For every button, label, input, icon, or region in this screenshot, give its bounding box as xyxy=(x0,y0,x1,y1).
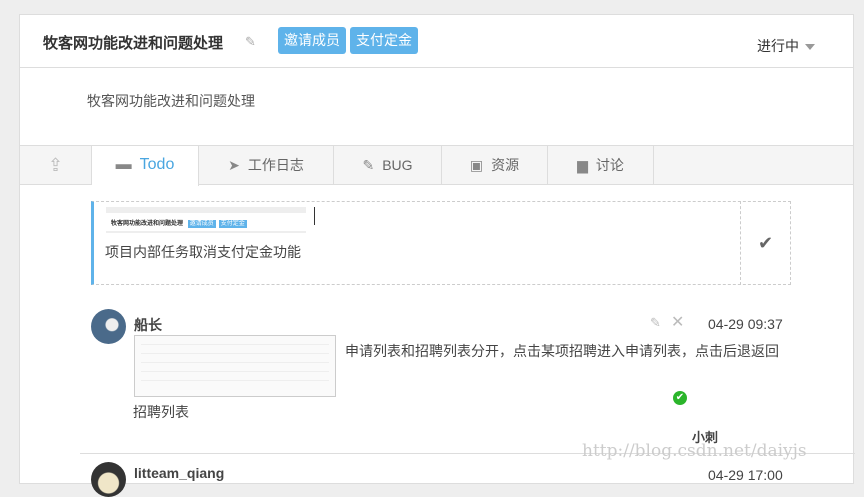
tab-label: BUG xyxy=(382,157,413,173)
delete-comment-icon[interactable]: ✕ xyxy=(671,312,684,332)
todo-text[interactable]: 项目内部任务取消支付定金功能 xyxy=(105,242,301,262)
tab-label: Todo xyxy=(139,156,175,173)
comment-time: 04-29 17:00 xyxy=(708,467,783,483)
share-icon: ⇪ xyxy=(47,155,64,175)
status-label: 进行中 xyxy=(757,38,799,54)
tab-bug[interactable]: ✎ BUG xyxy=(334,146,442,185)
text-cursor xyxy=(314,207,315,225)
tab-worklog[interactable]: ➤ 工作日志 xyxy=(199,146,334,185)
comments-icon: ▆ xyxy=(577,157,588,173)
briefcase-icon: ▣ xyxy=(469,157,484,173)
check-circle-icon: ✔ xyxy=(673,391,687,405)
comment-author[interactable]: 船长 xyxy=(134,315,162,335)
thumb-button: 邀请成员 xyxy=(187,220,216,228)
todo-item[interactable]: 牧客网功能改进和问题处理 邀请成员 支付定金 项目内部任务取消支付定金功能 ✔ xyxy=(91,201,791,285)
thumb-button: 支付定金 xyxy=(218,220,247,228)
comment-time: 04-29 09:37 xyxy=(708,316,783,332)
edit-icon: ✎ xyxy=(362,157,375,173)
tab-label: 讨论 xyxy=(595,157,624,173)
comment-author[interactable]: litteam_qiang xyxy=(134,465,224,481)
project-header: 牧客网功能改进和问题处理 ✎ 邀请成员 支付定金 进行中 xyxy=(20,15,853,68)
caret-down-icon xyxy=(805,44,815,51)
tab-bar: ⇪ ▬ Todo ➤ 工作日志 ✎ BUG ▣ 资源 ▆ 讨论 xyxy=(20,145,853,186)
comment-text-continued: 招聘列表 xyxy=(133,404,189,420)
comment-screenshot[interactable] xyxy=(134,335,336,397)
thumb-title: 牧客网功能改进和问题处理 xyxy=(111,221,184,227)
tab-todo[interactable]: ▬ Todo xyxy=(92,146,199,186)
tab-resources[interactable]: ▣ 资源 xyxy=(442,146,548,185)
share-button[interactable]: ⇪ xyxy=(20,146,92,185)
avatar[interactable] xyxy=(91,309,126,344)
tab-discussion[interactable]: ▆ 讨论 xyxy=(548,146,654,185)
comment-text: 申请列表和招聘列表分开，点击某项招聘进入申请列表，点击后退返回 xyxy=(345,343,779,359)
watermark: http://blog.csdn.net/daiyjs xyxy=(582,441,807,461)
status-dropdown[interactable]: 进行中 xyxy=(757,36,815,56)
complete-todo-button[interactable]: ✔ xyxy=(740,201,790,285)
edit-icon[interactable]: ✎ xyxy=(245,34,256,50)
check-icon: ✔ xyxy=(757,233,774,253)
tab-label: 资源 xyxy=(491,157,520,173)
invite-members-button[interactable]: 邀请成员 xyxy=(278,27,346,54)
paper-plane-icon: ➤ xyxy=(228,157,240,173)
edit-comment-icon[interactable]: ✎ xyxy=(650,315,661,331)
pay-deposit-button[interactable]: 支付定金 xyxy=(350,27,418,54)
inbox-icon: ▬ xyxy=(115,156,132,173)
avatar[interactable] xyxy=(91,462,126,497)
todo-screenshot[interactable]: 牧客网功能改进和问题处理 邀请成员 支付定金 xyxy=(106,207,306,233)
project-title: 牧客网功能改进和问题处理 xyxy=(43,35,224,52)
project-description: 牧客网功能改进和问题处理 xyxy=(87,93,255,109)
tab-label: 工作日志 xyxy=(247,157,304,173)
project-panel: 牧客网功能改进和问题处理 ✎ 邀请成员 支付定金 进行中 牧客网功能改进和问题处… xyxy=(19,14,855,497)
